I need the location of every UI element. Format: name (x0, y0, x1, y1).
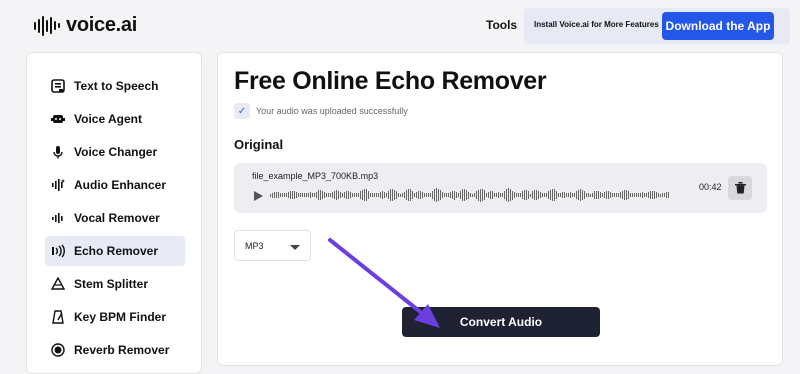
delete-audio-button[interactable] (728, 176, 752, 200)
success-text: Your audio was uploaded successfully (256, 106, 408, 116)
sidebar-item-label: Vocal Remover (74, 211, 160, 225)
voice-agent-icon (50, 111, 66, 127)
sidebar-item-audio-enhancer[interactable]: Audio Enhancer (45, 170, 185, 200)
sidebar-item-label: Audio Enhancer (74, 178, 167, 192)
audio-enhancer-icon (50, 177, 66, 193)
install-text: Install Voice.ai for More Features (534, 20, 659, 29)
install-banner: Install Voice.ai for More Features Downl… (524, 8, 790, 44)
check-icon: ✓ (234, 103, 250, 119)
reverb-icon (50, 342, 66, 358)
sidebar-item-echo-remover[interactable]: Echo Remover (45, 236, 185, 266)
original-section-label: Original (234, 137, 284, 152)
format-value: MP3 (245, 241, 264, 251)
logo-waveform-icon (34, 15, 60, 36)
top-header: voice.ai Tools Install Voice.ai for More… (0, 0, 800, 52)
sidebar-item-text-to-speech[interactable]: Text to Speech (45, 71, 185, 101)
convert-audio-button[interactable]: Convert Audio (402, 307, 600, 337)
sidebar-item-key-bpm-finder[interactable]: Key BPM Finder (45, 302, 185, 332)
microphone-icon (50, 144, 66, 160)
trash-icon (734, 182, 746, 194)
sidebar-item-stem-splitter[interactable]: Stem Splitter (45, 269, 185, 299)
echo-remover-panel: Free Online Echo Remover ✓ Your audio wa… (217, 52, 783, 366)
sidebar-item-label: Reverb Remover (74, 343, 170, 357)
sidebar-item-label: Voice Changer (74, 145, 158, 159)
sidebar-item-label: Text to Speech (74, 79, 159, 93)
tools-menu[interactable]: Tools (486, 18, 517, 32)
output-format-select[interactable]: MP3 (234, 230, 311, 261)
echo-icon (50, 243, 66, 259)
sidebar-item-label: Key BPM Finder (74, 310, 167, 324)
logo-text: voice.ai (66, 14, 137, 36)
sidebar-item-voice-changer[interactable]: Voice Changer (45, 137, 185, 167)
page-title: Free Online Echo Remover (234, 67, 547, 95)
sidebar-item-vocal-remover[interactable]: Vocal Remover (45, 203, 185, 233)
sidebar-item-label: Voice Agent (74, 112, 143, 126)
sidebar-item-label: Echo Remover (74, 244, 159, 258)
upload-success-message: ✓ Your audio was uploaded successfully (234, 103, 408, 119)
stem-splitter-icon (50, 276, 66, 292)
audio-duration: 00:42 (699, 182, 722, 192)
sidebar-item-voice-agent[interactable]: Voice Agent (45, 104, 185, 134)
tools-sidebar: Text to Speech Voice Agent Voice Changer… (26, 52, 202, 374)
download-app-button[interactable]: Download the App (662, 12, 774, 40)
audio-waveform[interactable] (270, 187, 690, 203)
audio-file-name: file_example_MP3_700KB.mp3 (252, 171, 379, 181)
play-icon[interactable] (254, 191, 263, 201)
sidebar-item-label: Stem Splitter (74, 277, 149, 291)
sidebar-item-reverb-remover[interactable]: Reverb Remover (45, 335, 185, 365)
text-to-speech-icon (50, 78, 66, 94)
audio-player: file_example_MP3_700KB.mp3 00:42 (234, 163, 767, 213)
metronome-icon (50, 309, 66, 325)
voice-ai-logo[interactable]: voice.ai (34, 14, 137, 37)
chevron-down-icon (290, 245, 300, 250)
vocal-remover-icon (50, 210, 66, 226)
